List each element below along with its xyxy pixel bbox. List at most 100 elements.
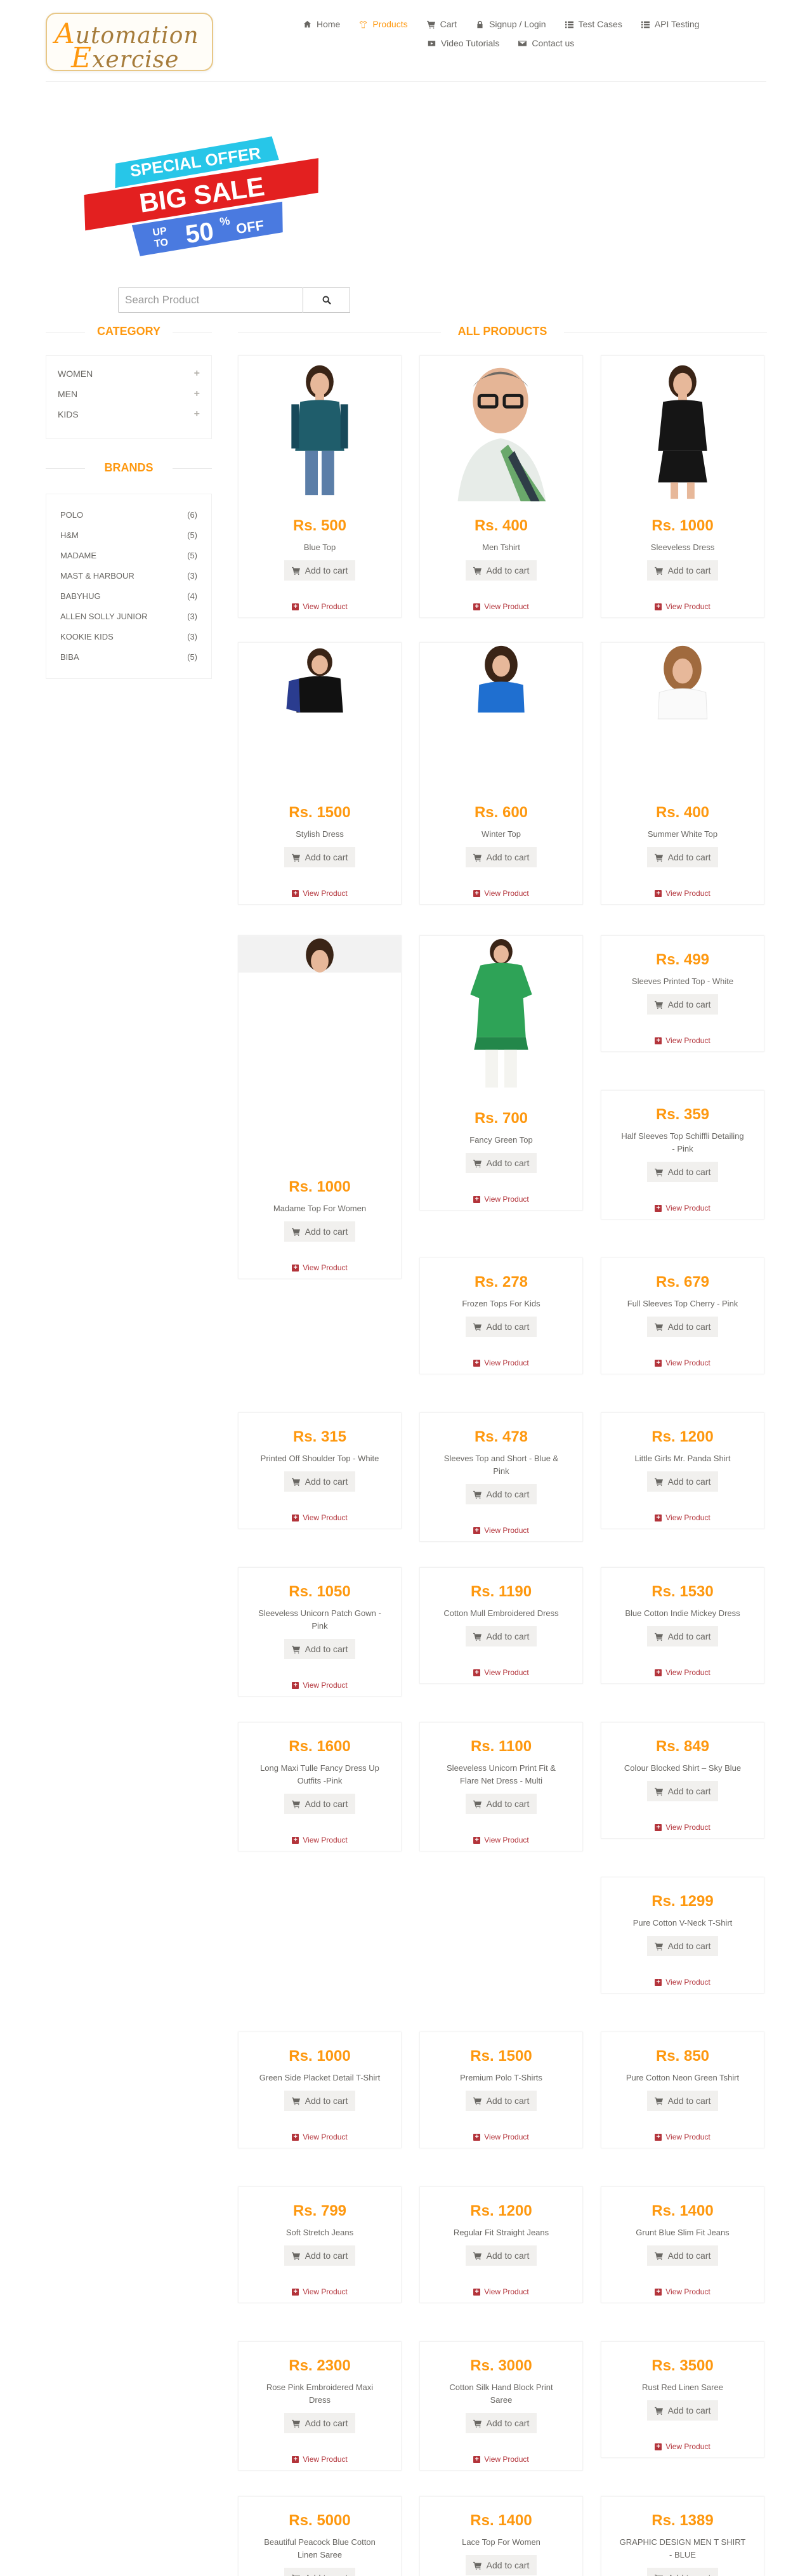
add-to-cart-button[interactable]: Add to cart [646, 1781, 719, 1801]
view-product-link[interactable]: + View Product [601, 1823, 764, 1838]
view-product-link[interactable]: + View Product [601, 1513, 764, 1528]
nav-contact-us[interactable]: Contact us [518, 38, 574, 48]
site-logo[interactable]: Automation Exercise [46, 13, 213, 74]
brand-allen-solly-junior[interactable]: ALLEN SOLLY JUNIOR (3) [60, 606, 197, 626]
view-product-link[interactable]: + View Product [239, 889, 401, 904]
add-to-cart-button[interactable]: Add to cart [284, 2568, 356, 2576]
add-to-cart-button[interactable]: Add to cart [465, 1153, 537, 1173]
category-women[interactable]: WOMEN + [58, 364, 200, 384]
view-product-link[interactable]: + View Product [601, 1668, 764, 1683]
add-to-cart-button[interactable]: Add to cart [646, 560, 719, 581]
add-to-cart-button[interactable]: Add to cart [465, 1626, 537, 1646]
add-to-cart-button[interactable]: Add to cart [646, 2400, 719, 2421]
search-button[interactable] [303, 287, 350, 313]
add-to-cart-label: Add to cart [667, 2405, 711, 2415]
brand-count: (5) [187, 652, 197, 662]
view-product-link[interactable]: + View Product [239, 2132, 401, 2148]
add-to-cart-button[interactable]: Add to cart [465, 847, 537, 867]
add-to-cart-button[interactable]: Add to cart [465, 1484, 537, 1504]
add-to-cart-button[interactable]: Add to cart [465, 2245, 537, 2266]
view-product-link[interactable]: + View Product [420, 2287, 582, 2303]
view-product-link[interactable]: + View Product [601, 1204, 764, 1219]
nav-signup-login[interactable]: Signup / Login [476, 19, 546, 29]
add-to-cart-button[interactable]: Add to cart [284, 1471, 356, 1492]
add-to-cart-button[interactable]: Add to cart [284, 2413, 356, 2433]
brand-mast-harbour[interactable]: MAST & HARBOUR (3) [60, 565, 197, 586]
add-to-cart-button[interactable]: Add to cart [646, 2091, 719, 2111]
add-to-cart-button[interactable]: Add to cart [465, 2091, 537, 2111]
cart-icon [654, 1633, 663, 1641]
search-input[interactable] [118, 287, 303, 313]
add-to-cart-button[interactable]: Add to cart [646, 1317, 719, 1337]
view-product-link[interactable]: + View Product [601, 1978, 764, 1993]
add-to-cart-button[interactable]: Add to cart [465, 1794, 537, 1814]
add-to-cart-button[interactable]: Add to cart [284, 1221, 356, 1242]
nav-test-cases[interactable]: Test Cases [565, 19, 622, 29]
view-product-link[interactable]: + View Product [601, 889, 764, 904]
add-to-cart-button[interactable]: Add to cart [646, 1936, 719, 1956]
nav-api-testing[interactable]: API Testing [641, 19, 699, 29]
nav-cart[interactable]: Cart [426, 19, 457, 29]
add-to-cart-button[interactable]: Add to cart [465, 2413, 537, 2433]
view-product-link[interactable]: + View Product [420, 1195, 582, 1210]
cart-icon [473, 853, 481, 862]
category-men[interactable]: MEN + [58, 384, 200, 404]
view-product-link[interactable]: + View Product [420, 1358, 582, 1374]
add-to-cart-button[interactable]: Add to cart [646, 1626, 719, 1646]
nav-home[interactable]: Home [303, 19, 340, 29]
add-to-cart-button[interactable]: Add to cart [284, 560, 356, 581]
view-product-link[interactable]: + View Product [601, 1358, 764, 1374]
add-to-cart-button[interactable]: Add to cart [284, 2091, 356, 2111]
brand-polo[interactable]: POLO (6) [60, 504, 197, 525]
category-kids[interactable]: KIDS + [58, 404, 200, 424]
view-product-link[interactable]: + View Product [420, 602, 582, 617]
product-image [420, 936, 582, 1094]
brand-hm[interactable]: H&M (5) [60, 525, 197, 545]
view-product-link[interactable]: + View Product [420, 2455, 582, 2470]
view-product-link[interactable]: + View Product [239, 2455, 401, 2470]
product-price: Rs. 1000 [289, 1178, 351, 1195]
nav-video-tutorials[interactable]: Video Tutorials [428, 38, 499, 48]
view-product-link[interactable]: + View Product [420, 889, 582, 904]
add-to-cart-button[interactable]: Add to cart [465, 2555, 537, 2575]
brand-kookie-kids[interactable]: KOOKIE KIDS (3) [60, 626, 197, 647]
view-product-link[interactable]: + View Product [239, 1513, 401, 1528]
view-product-link[interactable]: + View Product [239, 1681, 401, 1696]
view-product-link[interactable]: + View Product [601, 1036, 764, 1051]
view-product-link[interactable]: + View Product [239, 2287, 401, 2303]
view-product-link[interactable]: + View Product [239, 1836, 401, 1851]
add-to-cart-button[interactable]: Add to cart [284, 1794, 356, 1814]
view-product-link[interactable]: + View Product [420, 1836, 582, 1851]
add-to-cart-button[interactable]: Add to cart [646, 2245, 719, 2266]
view-product-link[interactable]: + View Product [601, 602, 764, 617]
product-name: Soft Stretch Jeans [285, 2228, 354, 2237]
add-to-cart-button[interactable]: Add to cart [465, 560, 537, 581]
view-product-link[interactable]: + View Product [239, 602, 401, 617]
add-to-cart-button[interactable]: Add to cart [646, 1471, 719, 1492]
product-card: Rs. 1530 Blue Cotton Indie Mickey Dress … [601, 1567, 764, 1684]
view-product-link[interactable]: + View Product [420, 1526, 582, 1541]
brand-babyhug[interactable]: BABYHUG (4) [60, 586, 197, 606]
add-to-cart-button[interactable]: Add to cart [646, 994, 719, 1015]
add-to-cart-button[interactable]: Add to cart [646, 1162, 719, 1182]
add-to-cart-button[interactable]: Add to cart [465, 1317, 537, 1337]
brand-biba[interactable]: BIBA (5) [60, 647, 197, 667]
product-card: Rs. 1389 GRAPHIC DESIGN MEN T SHIRT - BL… [601, 2496, 764, 2576]
view-product-link[interactable]: + View Product [601, 2287, 764, 2303]
brand-madame[interactable]: MADAME (5) [60, 545, 197, 565]
view-product-link[interactable]: + View Product [239, 1263, 401, 1278]
add-to-cart-button[interactable]: Add to cart [284, 847, 356, 867]
view-product-link[interactable]: + View Product [601, 2442, 764, 2457]
view-product-link[interactable]: + View Product [601, 2132, 764, 2148]
view-product-link[interactable]: + View Product [420, 1668, 582, 1683]
plus-square-icon: + [473, 1669, 481, 1676]
view-product-link[interactable]: + View Product [420, 2132, 582, 2148]
view-product-label: View Product [484, 1526, 529, 1535]
add-to-cart-button[interactable]: Add to cart [284, 1639, 356, 1659]
add-to-cart-button[interactable]: Add to cart [284, 2245, 356, 2266]
brand-name: ALLEN SOLLY JUNIOR [60, 611, 148, 621]
nav-products[interactable]: Products [359, 19, 408, 29]
add-to-cart-button[interactable]: Add to cart [646, 2568, 719, 2576]
add-to-cart-button[interactable]: Add to cart [646, 847, 719, 867]
cart-icon [473, 1800, 481, 1808]
